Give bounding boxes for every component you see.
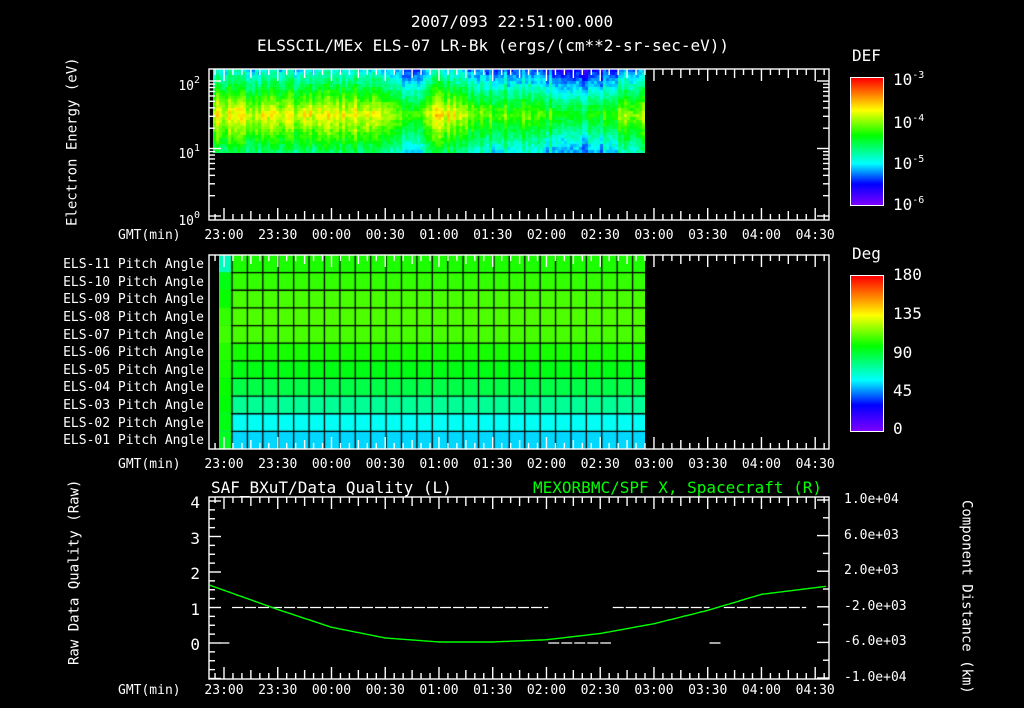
time-tick-label: 00:30: [366, 684, 405, 698]
time-tick-label: 02:30: [581, 458, 620, 472]
time-axis-label: GMT(min): [118, 229, 181, 243]
time-tick-label: 01:00: [419, 684, 458, 698]
plot-axes: [0, 0, 1024, 708]
time-tick-label: 03:00: [634, 229, 673, 243]
time-tick-label: 23:00: [204, 684, 243, 698]
time-tick-label: 04:30: [796, 684, 835, 698]
time-tick-label: 00:00: [312, 684, 351, 698]
time-tick-label: 23:30: [258, 684, 297, 698]
time-axis-label: GMT(min): [118, 458, 181, 472]
time-tick-label: 01:00: [419, 458, 458, 472]
time-tick-label: 02:30: [581, 684, 620, 698]
time-tick-label: 02:30: [581, 229, 620, 243]
time-tick-label: 00:00: [312, 229, 351, 243]
time-tick-label: 03:30: [688, 458, 727, 472]
time-tick-label: 04:30: [796, 458, 835, 472]
spacecraft-x-line: [210, 585, 826, 642]
time-tick-label: 01:30: [473, 229, 512, 243]
time-tick-label: 00:00: [312, 458, 351, 472]
panel-frame: [209, 69, 829, 220]
time-tick-label: 02:00: [527, 684, 566, 698]
time-tick-label: 04:00: [742, 458, 781, 472]
panel-frame: [209, 497, 829, 679]
time-tick-label: 02:00: [527, 458, 566, 472]
time-tick-label: 23:00: [204, 458, 243, 472]
time-tick-label: 00:30: [366, 458, 405, 472]
time-tick-label: 00:30: [366, 229, 405, 243]
time-tick-label: 04:30: [796, 229, 835, 243]
time-axis-label: GMT(min): [118, 684, 181, 698]
time-tick-label: 23:30: [258, 458, 297, 472]
time-tick-label: 03:00: [634, 684, 673, 698]
time-tick-label: 04:00: [742, 684, 781, 698]
time-tick-label: 03:00: [634, 458, 673, 472]
time-tick-label: 04:00: [742, 229, 781, 243]
time-tick-label: 03:30: [688, 684, 727, 698]
time-tick-label: 01:30: [473, 458, 512, 472]
time-tick-label: 01:30: [473, 684, 512, 698]
time-tick-label: 03:30: [688, 229, 727, 243]
panel-frame: [209, 255, 829, 449]
time-tick-label: 01:00: [419, 229, 458, 243]
time-tick-label: 23:30: [258, 229, 297, 243]
time-tick-label: 02:00: [527, 229, 566, 243]
time-tick-label: 23:00: [204, 229, 243, 243]
